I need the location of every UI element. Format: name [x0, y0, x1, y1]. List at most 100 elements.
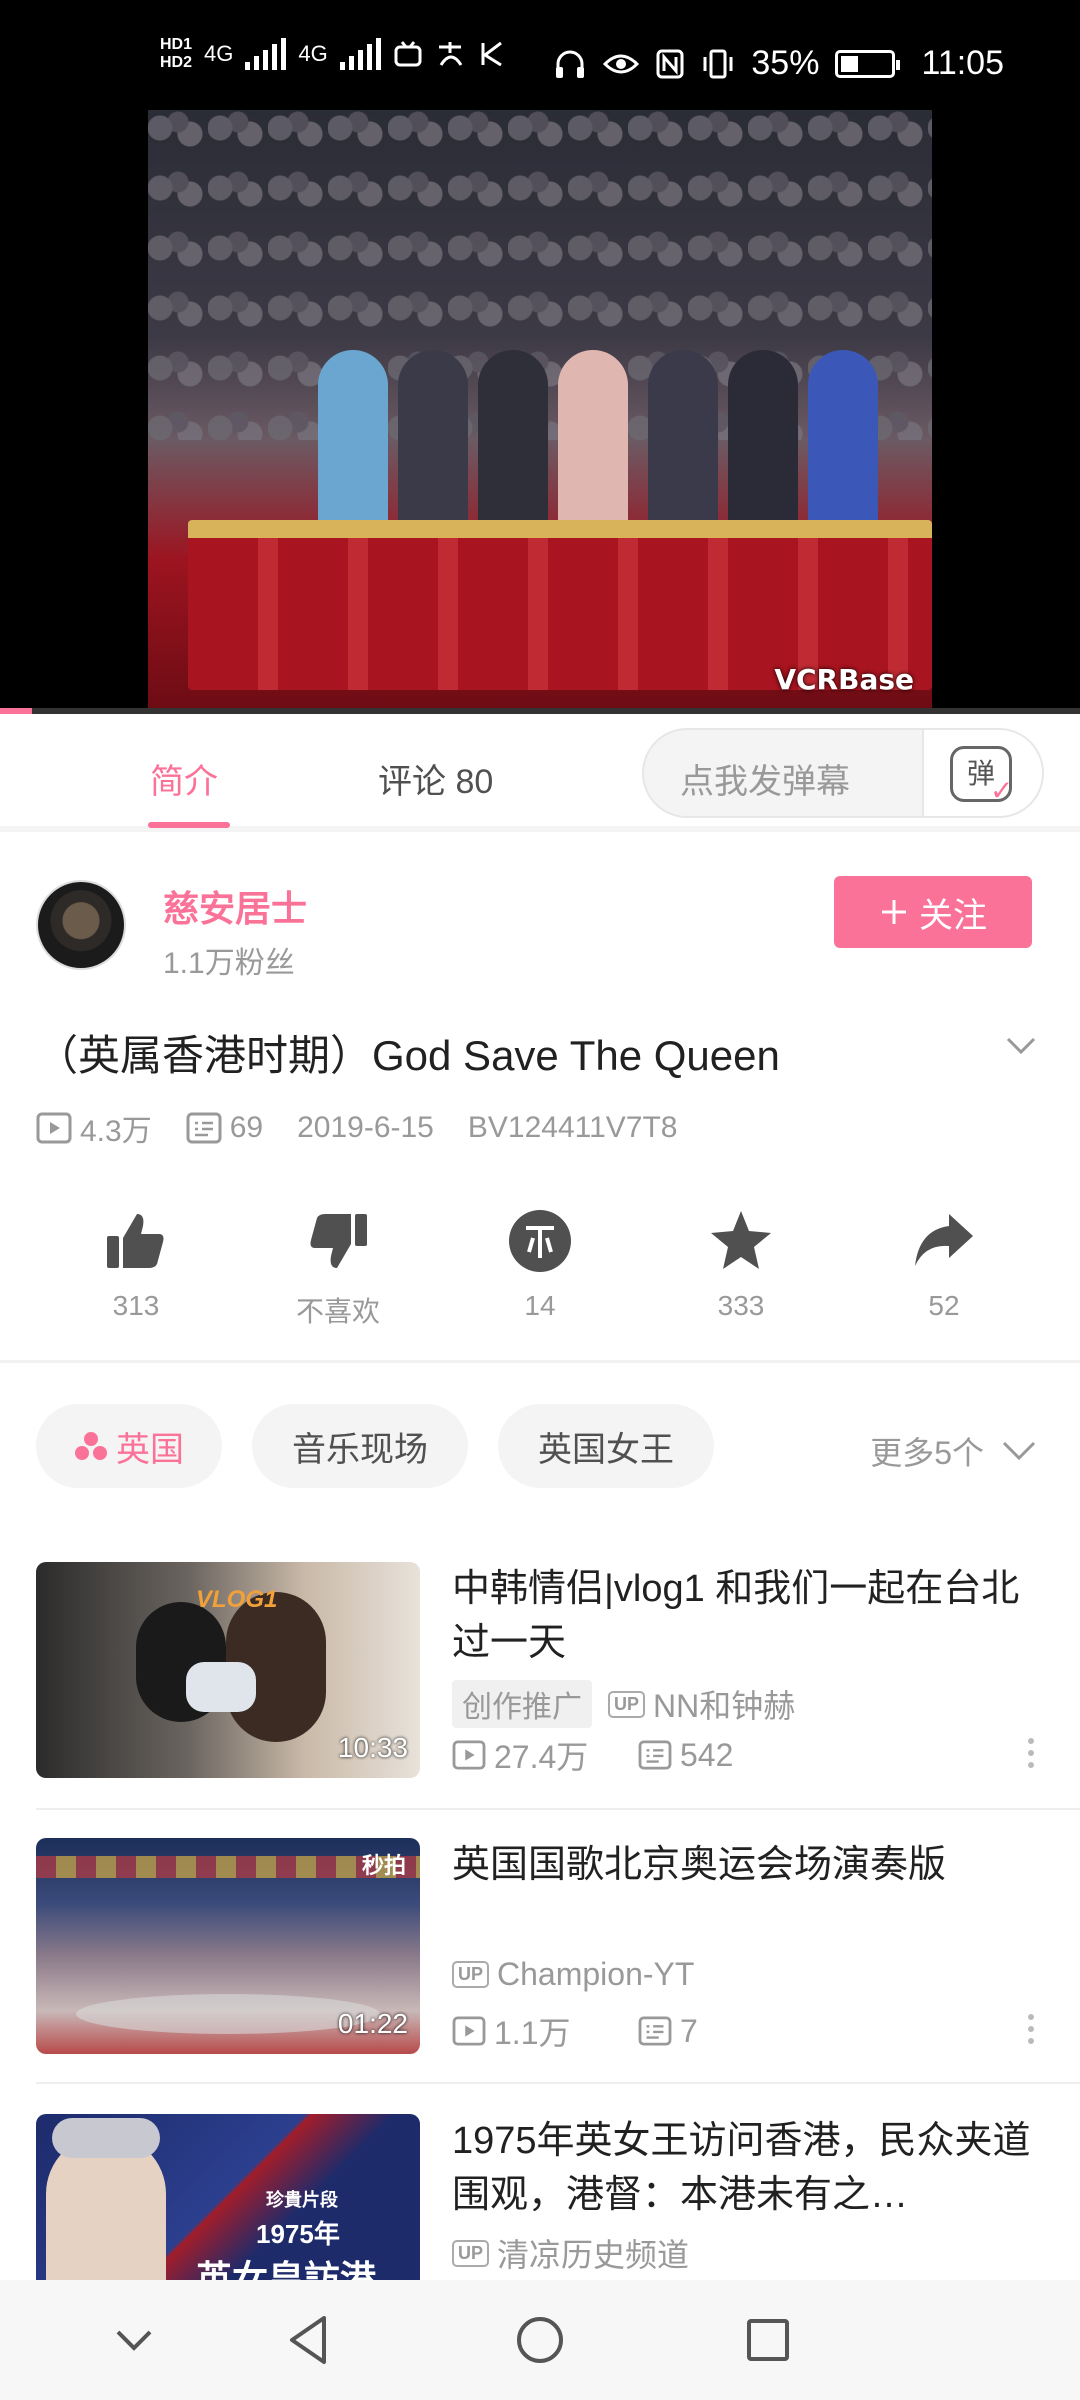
follow-button[interactable]: 关注 — [834, 876, 1032, 948]
recommended-video[interactable]: 珍貴片段 1975年 英女皇訪港 1975年英女王访问香港，民众夹道围观，港督：… — [36, 2114, 1044, 2280]
recommended-video[interactable]: VLOG1 10:33 中韩情侣|vlog1 和我们一起在台北过一天 创作推广 … — [36, 1562, 1044, 1778]
vibrate-icon — [703, 49, 733, 78]
thumbnail-watermark: 秒拍 — [361, 1853, 406, 1878]
video-figure — [808, 350, 878, 540]
home-icon[interactable] — [514, 2312, 566, 2368]
play-count-icon — [452, 1740, 486, 1770]
up-icon: UP — [608, 1690, 646, 1718]
thumbs-up-icon — [107, 1214, 164, 1268]
app-notification-icon — [481, 41, 502, 67]
danmaku-toggle-button[interactable]: 弹 ✓ — [922, 730, 1042, 816]
video-author-line: UP 清凉历史频道 — [452, 2230, 689, 2276]
recents-icon[interactable] — [744, 2312, 792, 2368]
video-meta: 4.3万 69 2019-6-15 BV124411V7T8 — [36, 1106, 677, 1150]
danmaku-count-icon — [638, 2016, 672, 2046]
uploader-name[interactable]: 慈安居士 — [163, 880, 307, 932]
eye-comfort-icon — [603, 54, 640, 73]
coin-icon — [509, 1210, 571, 1272]
danmaku-count-icon — [638, 1740, 672, 1770]
video-author: 清凉历史频道 — [497, 2237, 690, 2273]
hd-indicator: HD1 HD2 — [160, 36, 193, 71]
recommended-video[interactable]: 秒拍 01:22 英国国歌北京奥运会场演奏版 UP Champion-YT 1.… — [36, 1838, 1044, 2054]
thumbs-down-icon — [310, 1214, 367, 1268]
like-button[interactable]: 313 — [66, 1208, 206, 1322]
video-figure — [318, 350, 388, 540]
favorite-count: 333 — [717, 1290, 765, 1321]
signal-icon-2 — [339, 38, 381, 70]
danmaku-count: 7 — [680, 2012, 698, 2049]
favorite-button[interactable]: 333 — [671, 1208, 811, 1322]
video-stats: 1.1万 7 — [452, 2008, 698, 2054]
alipay-icon — [438, 42, 463, 66]
network-type-2: 4G — [298, 41, 328, 66]
tag-chip[interactable]: 英国女王 — [498, 1404, 714, 1488]
share-button[interactable]: 52 — [874, 1208, 1014, 1322]
more-tags-button[interactable]: 更多5个 — [870, 1428, 1036, 1474]
follow-label: 关注 — [919, 896, 987, 935]
chevron-down-icon[interactable] — [112, 2312, 156, 2368]
hot-tag-icon — [75, 1432, 107, 1460]
up-icon: UP — [452, 1961, 490, 1988]
video-author-line: UP Champion-YT — [452, 1956, 694, 1993]
tab-underline — [148, 822, 230, 828]
view-count: 27.4万 — [494, 1739, 589, 1775]
tag-chip[interactable]: 英国 — [36, 1404, 222, 1488]
danmaku-input[interactable]: 点我发弹幕 弹 ✓ — [642, 728, 1044, 818]
thumbnail-caption: 英女皇訪港 — [196, 2258, 377, 2280]
video-figure — [478, 350, 548, 540]
network-type-1: 4G — [204, 41, 234, 66]
danmaku-placeholder: 点我发弹幕 — [680, 763, 850, 801]
danmaku-count-icon — [186, 1112, 222, 1144]
share-arrow-icon — [915, 1214, 973, 1266]
video-thumbnail[interactable]: VLOG1 10:33 — [36, 1562, 420, 1778]
danmaku-count: 542 — [680, 1736, 734, 1773]
more-options-icon[interactable] — [1028, 1738, 1036, 1774]
video-title: 英国国歌北京奥运会场演奏版 — [452, 1844, 947, 1886]
signal-icon — [245, 38, 287, 70]
more-options-icon[interactable] — [1028, 2014, 1036, 2050]
video-duration: 01:22 — [337, 2008, 408, 2039]
play-count-icon — [36, 1112, 72, 1144]
video-title: 1975年英女王访问香港，民众夹道围观，港督：本港未有之… — [452, 2120, 1031, 2216]
divider — [36, 1808, 1080, 1810]
video-player[interactable]: HD1 HD2 4G 4G 35% 11:05 VCRBase — [0, 0, 1080, 714]
tab-intro[interactable]: 简介 — [150, 754, 218, 803]
video-thumbnail[interactable]: 珍貴片段 1975年 英女皇訪港 — [36, 2114, 420, 2280]
coin-button[interactable]: 14 — [470, 1208, 610, 1322]
chevron-down-icon[interactable] — [1006, 1030, 1036, 1060]
up-icon: UP — [452, 2239, 490, 2267]
back-icon[interactable] — [284, 2312, 332, 2368]
video-author-line: 创作推广 UP NN和钟赫 — [452, 1680, 795, 1728]
tag-chip[interactable]: 音乐现场 — [252, 1404, 468, 1488]
dislike-button[interactable]: 不喜欢 — [268, 1208, 408, 1330]
view-count: 4.3万 — [80, 1115, 152, 1148]
tab-comments[interactable]: 评论 80 — [378, 754, 493, 803]
dislike-label: 不喜欢 — [295, 1296, 380, 1327]
tag-label: 英国女王 — [538, 1430, 674, 1469]
thumbnail-caption: 珍貴片段 — [266, 2190, 338, 2210]
video-author: NN和钟赫 — [653, 1688, 796, 1724]
check-icon: ✓ — [990, 775, 1014, 806]
divider — [36, 2082, 1080, 2084]
chevron-down-icon — [1002, 1441, 1036, 1461]
video-thumbnail[interactable]: 秒拍 01:22 — [36, 1838, 420, 2054]
video-title: （英属香港时期）God Save The Queen — [36, 1032, 780, 1079]
tab-bar: 简介 评论 80 点我发弹幕 弹 ✓ — [0, 714, 1080, 832]
bv-id: BV124411V7T8 — [467, 1111, 678, 1144]
video-figure — [648, 350, 718, 540]
video-title: 中韩情侣|vlog1 和我们一起在台北过一天 — [452, 1568, 1020, 1664]
tag-label: 英国 — [116, 1430, 184, 1469]
video-author: Champion-YT — [497, 1956, 695, 1992]
bilibili-notification-icon — [394, 41, 422, 67]
promotion-badge: 创作推广 — [452, 1680, 592, 1728]
headphones-icon — [556, 50, 585, 78]
video-frame[interactable]: VCRBase — [148, 110, 932, 710]
video-figure — [398, 350, 468, 540]
thumbnail-caption: VLOG1 — [196, 1586, 278, 1613]
uploader-avatar[interactable] — [36, 880, 126, 970]
star-icon — [711, 1211, 771, 1269]
thumbnail-caption: 1975年 — [256, 2219, 340, 2249]
video-figure — [558, 350, 628, 540]
video-watermark: VCRBase — [774, 663, 914, 696]
uploader-fans: 1.1万粉丝 — [163, 947, 295, 980]
